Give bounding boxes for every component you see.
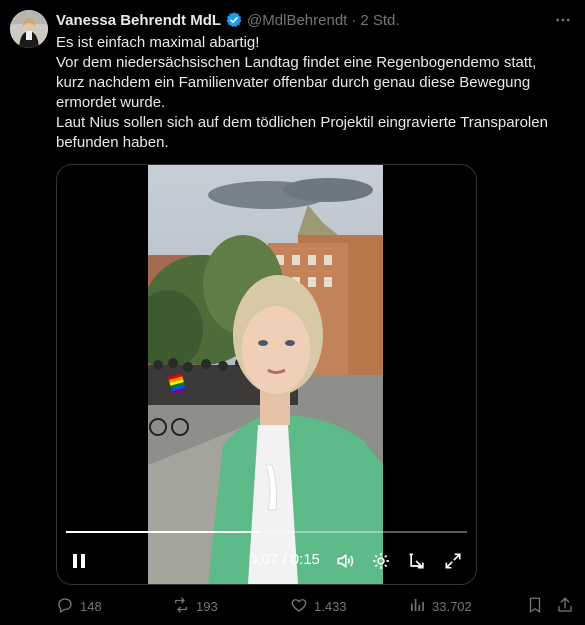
views-chart-icon	[408, 596, 426, 617]
view-count: 33.702	[432, 598, 472, 614]
share-icon	[556, 596, 574, 617]
author-name[interactable]: Vanessa Behrendt MdL	[56, 12, 221, 29]
bookmark-icon	[526, 596, 544, 617]
repost-button[interactable]: 193	[172, 596, 218, 616]
author-avatar[interactable]	[10, 10, 48, 48]
tweet-text-line: befunden haben.	[56, 134, 169, 151]
tweet-text-line: Vor dem niedersächsischen Landtag findet…	[56, 54, 537, 71]
video-time-label: 0:07 / 0:15	[249, 551, 320, 568]
tweet-actions: 148 193 1.433 33.702	[56, 596, 575, 616]
views-button[interactable]: 33.702	[408, 596, 472, 616]
settings-icon[interactable]	[369, 549, 393, 573]
tweet-text-line: ermordet wurde.	[56, 94, 166, 111]
like-count: 1.433	[314, 598, 347, 614]
tweet-text: Es ist einfach maximal abartig! Vor dem …	[56, 33, 576, 153]
like-button[interactable]: 1.433	[290, 596, 347, 616]
author-handle[interactable]: @MdlBehrendt	[247, 12, 347, 29]
reply-count: 148	[80, 598, 102, 614]
more-options-icon[interactable]	[553, 10, 573, 30]
video-still-image	[148, 165, 383, 584]
picture-in-picture-icon[interactable]	[405, 549, 429, 573]
volume-icon[interactable]	[333, 549, 357, 573]
video-progress-fill	[66, 531, 259, 533]
reply-icon	[56, 596, 74, 617]
heart-icon	[290, 596, 308, 617]
verified-badge-icon[interactable]	[225, 11, 243, 29]
video-frame[interactable]	[148, 165, 383, 584]
repost-icon	[172, 596, 190, 617]
tweet-header: Vanessa Behrendt MdL @MdlBehrendt · 2 St…	[56, 10, 573, 30]
fullscreen-icon[interactable]	[441, 549, 465, 573]
video-progress-bar[interactable]	[66, 531, 467, 533]
pause-icon[interactable]	[67, 549, 91, 573]
video-player[interactable]: 0:07 / 0:15	[56, 164, 477, 585]
bookmark-button[interactable]	[526, 596, 544, 616]
separator-dot: ·	[351, 11, 357, 29]
share-button[interactable]	[556, 596, 574, 616]
reply-button[interactable]: 148	[56, 596, 102, 616]
tweet-timestamp[interactable]: 2 Std.	[360, 12, 399, 29]
repost-count: 193	[196, 598, 218, 614]
tweet-text-line: Laut Nius sollen sich auf dem tödlichen …	[56, 114, 548, 131]
tweet-text-line: Es ist einfach maximal abartig!	[56, 34, 260, 51]
video-controls: 0:07 / 0:15	[57, 545, 476, 577]
tweet-text-line: kurz nachdem ein Familienvater offenbar …	[56, 74, 531, 91]
